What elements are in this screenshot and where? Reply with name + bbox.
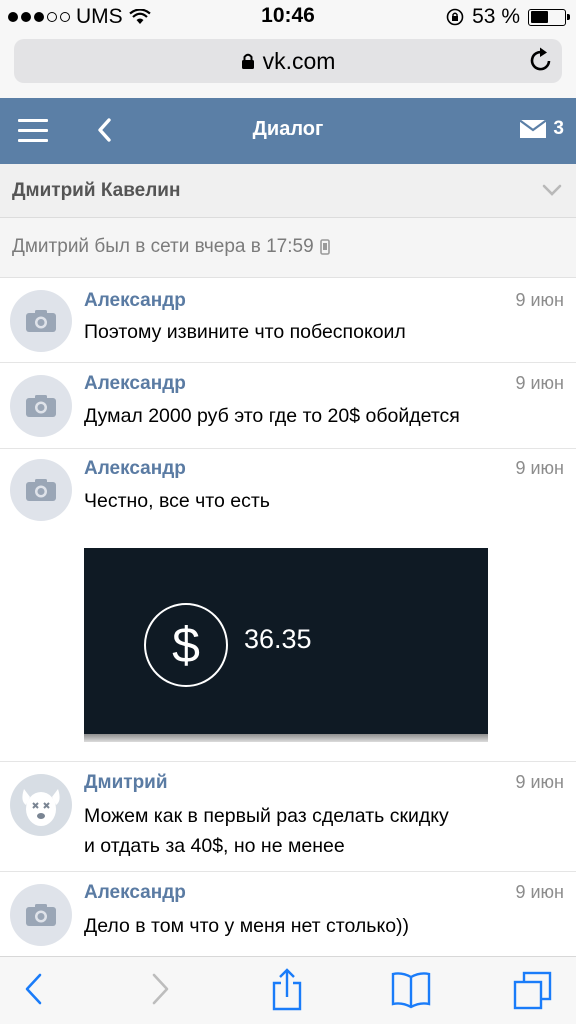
- dollar-icon: $: [144, 603, 228, 687]
- message-item[interactable]: Дмитрий 9 июн Можем как в первый раз сде…: [0, 762, 576, 872]
- lock-icon: [241, 53, 254, 69]
- message-author[interactable]: Александр: [84, 882, 186, 904]
- attachment-bottom-strip: [84, 734, 488, 742]
- message-item[interactable]: Александр 9 июн Дело в том что у меня не…: [0, 872, 576, 956]
- avatar[interactable]: [10, 774, 72, 836]
- message-text: Поэтому извините что побеспокоил: [84, 321, 406, 343]
- avatar[interactable]: [10, 375, 72, 437]
- message-text: Честно, все что есть: [84, 490, 270, 512]
- page-title: Диалог: [252, 118, 324, 140]
- back-icon[interactable]: [22, 971, 44, 1007]
- bookmarks-icon[interactable]: [390, 971, 432, 1009]
- chevron-down-icon[interactable]: [542, 184, 562, 196]
- avatar[interactable]: [10, 459, 72, 521]
- message-author[interactable]: Александр: [84, 290, 186, 312]
- browser-toolbar: [0, 956, 576, 1024]
- message-date: 9 июн: [515, 290, 564, 310]
- message-date: 9 июн: [515, 882, 564, 902]
- url-field[interactable]: vk.com: [14, 39, 562, 83]
- camera-icon: [26, 310, 56, 332]
- status-right: 53 %: [446, 5, 570, 29]
- share-icon[interactable]: [270, 967, 304, 1011]
- message-item[interactable]: Александр 9 июн Думал 2000 руб это где т…: [0, 363, 576, 449]
- message-date: 9 июн: [515, 373, 564, 393]
- online-status-text: Дмитрий был в сети вчера в 17:59: [12, 236, 314, 257]
- message-text: Дело в том что у меня нет столько)): [84, 915, 410, 937]
- mobile-icon: [319, 239, 330, 255]
- dialog-name: Дмитрий Кавелин: [12, 180, 181, 201]
- online-status-bar: Дмитрий был в сети вчера в 17:59: [0, 218, 576, 278]
- message-date: 9 июн: [515, 458, 564, 478]
- battery-percent: 53 %: [472, 5, 520, 28]
- orientation-lock-icon: [446, 8, 464, 26]
- dog-icon: [22, 789, 60, 826]
- avatar[interactable]: [10, 884, 72, 946]
- camera-icon: [26, 479, 56, 501]
- message-text: и отдать за 40$, но не менее: [84, 835, 345, 857]
- status-bar: UMS 10:46 53 %: [0, 0, 576, 32]
- tabs-icon[interactable]: [512, 971, 554, 1011]
- battery-icon: [528, 8, 570, 26]
- forward-icon[interactable]: [150, 971, 172, 1007]
- dollar-symbol: $: [172, 617, 200, 673]
- vk-header: Диалог 3: [0, 98, 576, 164]
- online-status: Дмитрий был в сети вчера в 17:59: [12, 236, 330, 258]
- message-author[interactable]: Дмитрий: [84, 772, 168, 794]
- camera-icon: [26, 395, 56, 417]
- message-date: 9 июн: [515, 772, 564, 792]
- photo-attachment[interactable]: $ 36.35: [84, 548, 488, 742]
- message-text: Можем как в первый раз сделать скидку: [84, 805, 449, 827]
- browser-bar: vk.com: [0, 32, 576, 98]
- dialog-header[interactable]: Дмитрий Кавелин: [0, 164, 576, 218]
- message-item[interactable]: Александр 9 июн Поэтому извините что поб…: [0, 278, 576, 363]
- avatar[interactable]: [10, 290, 72, 352]
- message-text: Думал 2000 руб это где то 20$ обойдется: [84, 405, 460, 427]
- url-text: vk.com: [262, 47, 336, 74]
- message-author[interactable]: Александр: [84, 458, 186, 480]
- envelope-icon: [519, 119, 548, 138]
- message-author[interactable]: Александр: [84, 373, 186, 395]
- reload-icon[interactable]: [528, 45, 554, 73]
- attachment-amount: 36.35: [244, 624, 312, 654]
- unread-count: 3: [553, 118, 564, 139]
- messages-button[interactable]: 3: [519, 118, 564, 140]
- camera-icon: [26, 904, 56, 926]
